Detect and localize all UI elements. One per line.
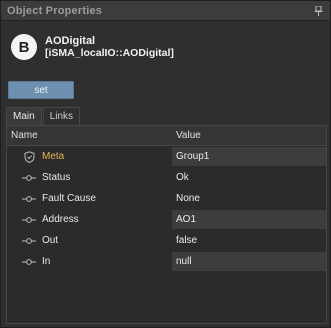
shield-icon (21, 150, 37, 163)
object-info: AODigital [iSMA_localIO::AODigital] (45, 35, 174, 59)
slot-icon (21, 256, 37, 268)
property-name: Address (7, 214, 172, 226)
tab-main[interactable]: Main (6, 107, 42, 125)
column-header-value[interactable]: Value (172, 130, 326, 141)
property-name: Fault Cause (7, 193, 172, 205)
properties-table: Name Value Meta Group1 Status Ok Fault C… (6, 125, 327, 324)
tab-bar: Main Links (6, 107, 81, 125)
property-label: In (42, 256, 51, 267)
pin-icon[interactable] (312, 5, 324, 17)
property-label: Status (42, 172, 71, 183)
property-label: Meta (42, 151, 65, 162)
tab-links[interactable]: Links (42, 107, 81, 125)
table-row-in[interactable]: In null (7, 251, 326, 272)
slot-icon (21, 193, 37, 205)
slot-icon (21, 214, 37, 226)
table-header: Name Value (7, 126, 326, 146)
property-value[interactable]: null (172, 252, 326, 271)
table-row-address[interactable]: Address AO1 (7, 209, 326, 230)
slot-icon (21, 235, 37, 247)
property-value[interactable]: AO1 (172, 210, 326, 229)
table-row-meta[interactable]: Meta Group1 (7, 146, 326, 167)
table-row-out[interactable]: Out false (7, 230, 326, 251)
property-name: Meta (7, 150, 172, 163)
property-value: Ok (176, 172, 189, 183)
object-header: B AODigital [iSMA_localIO::AODigital] (11, 34, 174, 60)
object-type: [iSMA_localIO::AODigital] (45, 47, 174, 59)
table-row-fault-cause[interactable]: Fault Cause None (7, 188, 326, 209)
property-name: Out (7, 235, 172, 247)
column-header-name[interactable]: Name (7, 130, 172, 141)
property-value: false (176, 235, 198, 246)
property-label: Out (42, 235, 59, 246)
property-label: Fault Cause (42, 193, 96, 204)
object-badge-icon: B (11, 34, 37, 60)
property-name: In (7, 256, 172, 268)
table-row-status[interactable]: Status Ok (7, 167, 326, 188)
property-label: Address (42, 214, 79, 225)
property-value[interactable]: Group1 (172, 147, 326, 166)
property-name: Status (7, 172, 172, 184)
panel-title: Object Properties (7, 4, 103, 17)
object-name: AODigital (45, 35, 96, 47)
object-properties-panel: Object Properties B AODigital [iSMA_loca… (0, 0, 331, 328)
panel-title-bar: Object Properties (1, 1, 330, 21)
set-button[interactable]: set (8, 81, 74, 99)
slot-icon (21, 172, 37, 184)
property-value: None (176, 193, 200, 204)
